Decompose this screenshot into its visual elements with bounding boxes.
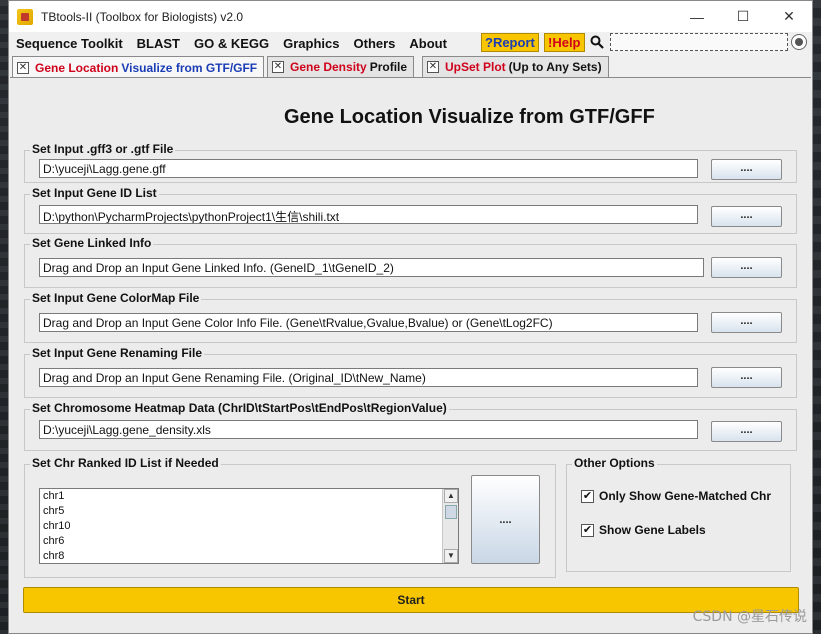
only-matched-chr-checkbox[interactable]: ✔ Only Show Gene-Matched Chr [581,489,771,503]
menu-go-kegg[interactable]: GO & KEGG [187,36,276,51]
app-logo-icon [17,8,33,25]
tab-gene-location[interactable]: ✕ Gene Location Visualize from GTF/GFF [12,56,265,78]
chr-list-browse-button[interactable]: .... [471,475,540,564]
gene-renaming-field[interactable]: Drag and Drop an Input Gene Renaming Fil… [39,368,698,387]
group-label: Set Input Gene Renaming File [30,346,205,360]
gff-input-group: Set Input .gff3 or .gtf File D:\yuceji\L… [24,142,797,183]
gene-renaming-browse-button[interactable]: .... [711,367,782,388]
gene-id-browse-button[interactable]: .... [711,206,782,227]
main-panel: Gene Location Visualize from GTF/GFF Set… [10,77,811,633]
group-label: Set Gene Linked Info [30,236,154,250]
search-icon[interactable] [590,35,604,49]
gene-linked-info-field[interactable]: Drag and Drop an Input Gene Linked Info.… [39,258,704,277]
tab-strip: ✕ Gene Location Visualize from GTF/GFF ✕… [9,56,812,78]
title-bar: TBtools-II (Toolbox for Biologists) v2.0… [9,1,812,32]
checkbox-checked-icon[interactable]: ✔ [581,523,594,537]
page-title: Gene Location Visualize from GTF/GFF [284,106,655,128]
search-input[interactable] [610,33,788,51]
chromosome-heatmap-field[interactable]: D:\yuceji\Lagg.gene_density.xls [39,420,698,439]
tab-label: Profile [369,60,408,74]
menu-about[interactable]: About [402,36,454,51]
list-item[interactable]: chr6 [40,534,458,549]
gene-linked-info-group: Set Gene Linked Info Drag and Drop an In… [24,236,797,288]
tab-upset-plot[interactable]: ✕ UpSet Plot (Up to Any Sets) [422,56,609,77]
group-label: Other Options [572,456,657,470]
gff-browse-button[interactable]: .... [711,159,782,180]
chromosome-heatmap-group: Set Chromosome Heatmap Data (ChrID\tStar… [24,401,797,451]
scroll-thumb[interactable] [445,505,457,519]
only-matched-chr-label: Only Show Gene-Matched Chr [599,489,772,503]
tab-close-icon[interactable]: ✕ [272,61,284,73]
menu-sequence-toolkit[interactable]: Sequence Toolkit [9,36,130,51]
help-button[interactable]: !Help [544,33,585,52]
list-item[interactable]: chr1 [40,489,458,504]
gene-colormap-browse-button[interactable]: .... [711,312,782,333]
tab-close-icon[interactable]: ✕ [427,61,439,73]
tab-label-highlight: Gene Density [290,60,367,74]
group-label: Set Chr Ranked ID List if Needed [30,456,221,470]
group-label: Set Input Gene ID List [30,186,159,200]
window-controls: — ☐ ✕ [674,1,812,32]
window-title: TBtools-II (Toolbox for Biologists) v2.0 [41,9,244,24]
report-button[interactable]: ?Report [481,33,539,52]
group-label: Set Chromosome Heatmap Data (ChrID\tStar… [30,401,449,415]
tab-gene-density[interactable]: ✕ Gene Density Profile [267,56,415,77]
list-item[interactable]: chr10 [40,519,458,534]
show-gene-labels-checkbox[interactable]: ✔ Show Gene Labels [581,523,706,537]
scroll-up-icon[interactable]: ▲ [444,489,458,503]
app-window: TBtools-II (Toolbox for Biologists) v2.0… [8,0,813,634]
gff-file-field[interactable]: D:\yuceji\Lagg.gene.gff [39,159,698,178]
maximize-button[interactable]: ☐ [720,1,766,32]
tab-label: Visualize from GTF/GFF [121,60,258,75]
start-button[interactable]: Start [23,587,799,613]
show-gene-labels-label: Show Gene Labels [599,523,706,537]
tab-close-icon[interactable]: ✕ [17,61,29,74]
gene-id-list-field[interactable]: D:\python\PycharmProjects\pythonProject1… [39,205,698,224]
scroll-down-icon[interactable]: ▼ [444,549,458,563]
menu-graphics[interactable]: Graphics [276,36,346,51]
other-options-group: Other Options ✔ Only Show Gene-Matched C… [566,456,791,572]
list-item[interactable]: chr8 [40,549,458,563]
gene-linked-browse-button[interactable]: .... [711,257,782,278]
minimize-button[interactable]: — [674,1,720,32]
gene-colormap-group: Set Input Gene ColorMap File Drag and Dr… [24,291,797,343]
gene-colormap-field[interactable]: Drag and Drop an Input Gene Color Info F… [39,313,698,332]
gene-renaming-group: Set Input Gene Renaming File Drag and Dr… [24,346,797,398]
chromosome-heatmap-browse-button[interactable]: .... [711,421,782,442]
status-radio-icon[interactable] [791,34,807,50]
list-scrollbar[interactable]: ▲ ▼ [442,489,458,563]
tab-label-highlight: UpSet Plot [445,60,506,74]
group-label: Set Input Gene ColorMap File [30,291,202,305]
tab-label: (Up to Any Sets) [508,60,602,74]
checkbox-checked-icon[interactable]: ✔ [581,489,594,503]
chr-id-list[interactable]: chr1 chr5 chr10 chr6 chr8 ▲ ▼ [39,488,459,564]
group-label: Set Input .gff3 or .gtf File [30,142,176,156]
chr-ranked-list-group: Set Chr Ranked ID List if Needed chr1 ch… [24,456,556,578]
list-item[interactable]: chr5 [40,504,458,519]
menu-others[interactable]: Others [347,36,403,51]
watermark: CSDN @星石传说 [692,609,807,625]
close-button[interactable]: ✕ [766,1,812,32]
tab-label-highlight: Gene Location [35,60,119,75]
menu-blast[interactable]: BLAST [130,36,187,51]
gene-id-list-group: Set Input Gene ID List D:\python\Pycharm… [24,186,797,234]
